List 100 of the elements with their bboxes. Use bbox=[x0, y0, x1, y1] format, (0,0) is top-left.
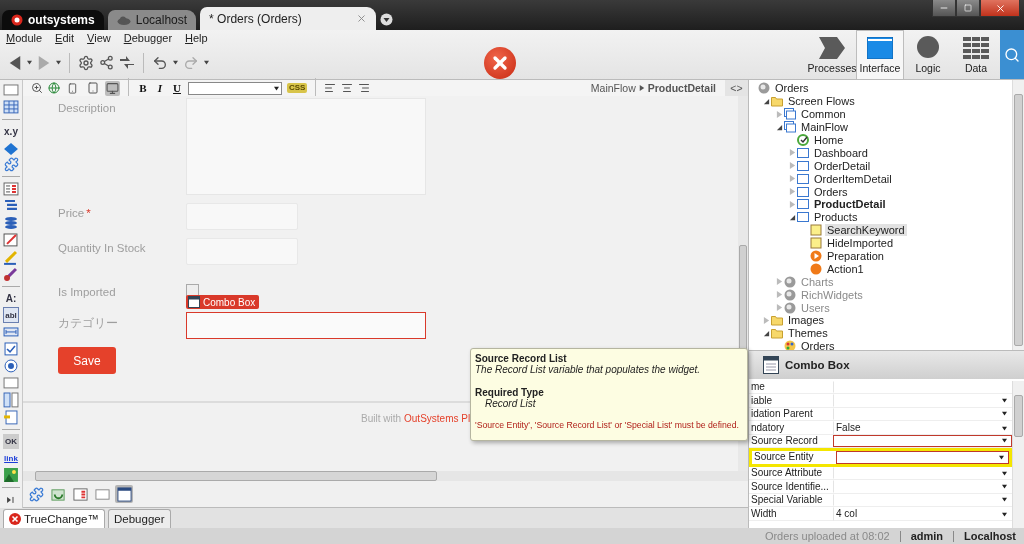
tree-item[interactable]: MainFlow bbox=[799, 121, 851, 134]
layer-tab[interactable]: Processes bbox=[808, 30, 856, 79]
caret-icon[interactable] bbox=[1002, 470, 1007, 476]
caret-icon[interactable] bbox=[999, 454, 1004, 460]
menu-item[interactable]: Edit bbox=[55, 32, 75, 44]
menu-item[interactable]: Debugger bbox=[123, 32, 173, 44]
tree-item[interactable]: ProductDetail bbox=[812, 198, 888, 211]
link-tool[interactable]: link bbox=[3, 450, 19, 467]
tree-item[interactable]: SearchKeyword bbox=[825, 224, 907, 237]
tree-item[interactable]: Home bbox=[812, 134, 846, 146]
text-tool[interactable]: x.y bbox=[3, 123, 19, 140]
error-icon[interactable] bbox=[484, 46, 516, 79]
tree-item[interactable]: Products bbox=[812, 211, 860, 224]
window-icon[interactable] bbox=[116, 486, 132, 502]
align-right-icon[interactable] bbox=[358, 82, 371, 94]
swap-icon[interactable] bbox=[119, 55, 135, 70]
window-tab[interactable]: Localhost bbox=[107, 10, 197, 30]
layer-tab[interactable]: Interface bbox=[856, 30, 904, 79]
menu-item[interactable]: Module bbox=[6, 32, 43, 44]
source-toggle-button[interactable]: <> bbox=[725, 80, 748, 96]
tree-item[interactable]: Orders bbox=[812, 185, 850, 198]
tree-item[interactable]: Orders bbox=[799, 340, 837, 350]
caret-icon[interactable] bbox=[173, 60, 178, 65]
caret-icon[interactable] bbox=[27, 60, 32, 65]
caret-icon[interactable] bbox=[1002, 398, 1007, 404]
pencil-icon[interactable] bbox=[3, 248, 19, 265]
close-button[interactable] bbox=[980, 0, 1020, 17]
columns-icon[interactable] bbox=[3, 391, 19, 408]
tree-item[interactable]: HideImported bbox=[825, 237, 896, 250]
caret-icon[interactable] bbox=[1002, 438, 1007, 444]
tree-item[interactable]: Themes bbox=[786, 327, 830, 340]
tree-item[interactable]: Action1 bbox=[825, 262, 866, 275]
layer-tab[interactable]: Logic bbox=[904, 30, 952, 79]
records-icon[interactable] bbox=[72, 486, 88, 502]
restore-button[interactable] bbox=[956, 0, 980, 17]
caret-icon[interactable] bbox=[1002, 497, 1007, 503]
caret-icon[interactable] bbox=[1002, 411, 1007, 417]
tree-item[interactable]: Orders bbox=[773, 82, 811, 95]
puzzle-icon[interactable] bbox=[3, 157, 19, 173]
globe-icon[interactable] bbox=[48, 82, 60, 94]
table-icon[interactable] bbox=[3, 98, 19, 115]
diamond-icon[interactable] bbox=[3, 140, 19, 157]
combo-box-field[interactable] bbox=[186, 312, 426, 339]
property-value[interactable] bbox=[833, 434, 1012, 447]
graph-icon[interactable] bbox=[99, 55, 114, 70]
form-edit-icon[interactable] bbox=[3, 231, 19, 248]
caret-icon[interactable] bbox=[204, 60, 209, 65]
upload-icon[interactable] bbox=[3, 408, 19, 425]
puzzle-icon[interactable] bbox=[28, 486, 44, 502]
tree-item[interactable]: Preparation bbox=[825, 250, 886, 262]
undo-icon[interactable] bbox=[152, 54, 168, 71]
tree-item[interactable]: Users bbox=[799, 301, 832, 314]
minimize-button[interactable] bbox=[932, 0, 956, 17]
radio-icon[interactable] bbox=[3, 358, 19, 374]
css-button[interactable]: CSS bbox=[287, 83, 308, 93]
settings-icon[interactable] bbox=[78, 54, 94, 71]
panel-tab[interactable]: TrueChange™ bbox=[3, 509, 105, 528]
scrollbar[interactable] bbox=[1012, 381, 1024, 528]
caret-icon[interactable] bbox=[1002, 511, 1007, 517]
expander-icon[interactable] bbox=[776, 123, 783, 131]
input-tool[interactable]: abl bbox=[3, 307, 19, 324]
tree-item[interactable]: Images bbox=[786, 314, 827, 327]
panel-tab[interactable]: Debugger bbox=[108, 509, 171, 528]
align-center-icon[interactable] bbox=[341, 82, 354, 94]
menu-item[interactable]: View bbox=[87, 32, 111, 44]
tree-item[interactable]: Charts bbox=[799, 275, 836, 288]
checkbox-icon[interactable] bbox=[3, 341, 19, 358]
desktop-button[interactable] bbox=[105, 80, 120, 96]
text-tool[interactable]: A: bbox=[3, 290, 19, 307]
close-icon[interactable] bbox=[356, 13, 368, 24]
tablet-button[interactable] bbox=[85, 80, 100, 96]
horizontal-scrollbar[interactable] bbox=[23, 471, 748, 481]
window-tab[interactable]: * Orders (Orders) bbox=[200, 7, 377, 30]
tree-item[interactable]: Dashboard bbox=[812, 146, 870, 159]
stack-icon[interactable] bbox=[3, 215, 19, 231]
tab-menu-icon[interactable] bbox=[380, 13, 394, 26]
brush-icon[interactable] bbox=[3, 265, 19, 282]
tree-item[interactable]: OrderDetail bbox=[812, 159, 873, 172]
italic-button[interactable]: I bbox=[154, 82, 166, 94]
bold-button[interactable]: B bbox=[137, 82, 149, 94]
scrollbar[interactable] bbox=[1012, 80, 1024, 350]
caret-icon[interactable] bbox=[1002, 425, 1007, 431]
tree-item[interactable]: Common bbox=[799, 108, 848, 121]
align-left-icon[interactable] bbox=[324, 82, 337, 94]
layer-tab[interactable]: Data bbox=[952, 30, 1000, 79]
window-tab[interactable]: outsystems bbox=[2, 10, 104, 30]
property-value[interactable] bbox=[836, 450, 1009, 464]
caret-icon[interactable] bbox=[56, 60, 61, 65]
caret-icon[interactable] bbox=[274, 85, 279, 91]
menu-item[interactable]: Help bbox=[185, 32, 208, 44]
underline-button[interactable]: U bbox=[171, 82, 183, 94]
breadcrumb-link[interactable]: MainFlow bbox=[590, 82, 636, 94]
tree-item[interactable]: Screen Flows bbox=[786, 95, 857, 108]
caret-icon[interactable] bbox=[1002, 484, 1007, 490]
image-icon[interactable] bbox=[3, 467, 19, 484]
save-button[interactable]: Save bbox=[58, 347, 116, 374]
zoom-icon[interactable] bbox=[31, 82, 43, 94]
records-icon[interactable] bbox=[3, 181, 19, 198]
tree-item[interactable]: OrderItemDetail bbox=[812, 172, 894, 185]
tree-item[interactable]: RichWidgets bbox=[799, 288, 865, 301]
